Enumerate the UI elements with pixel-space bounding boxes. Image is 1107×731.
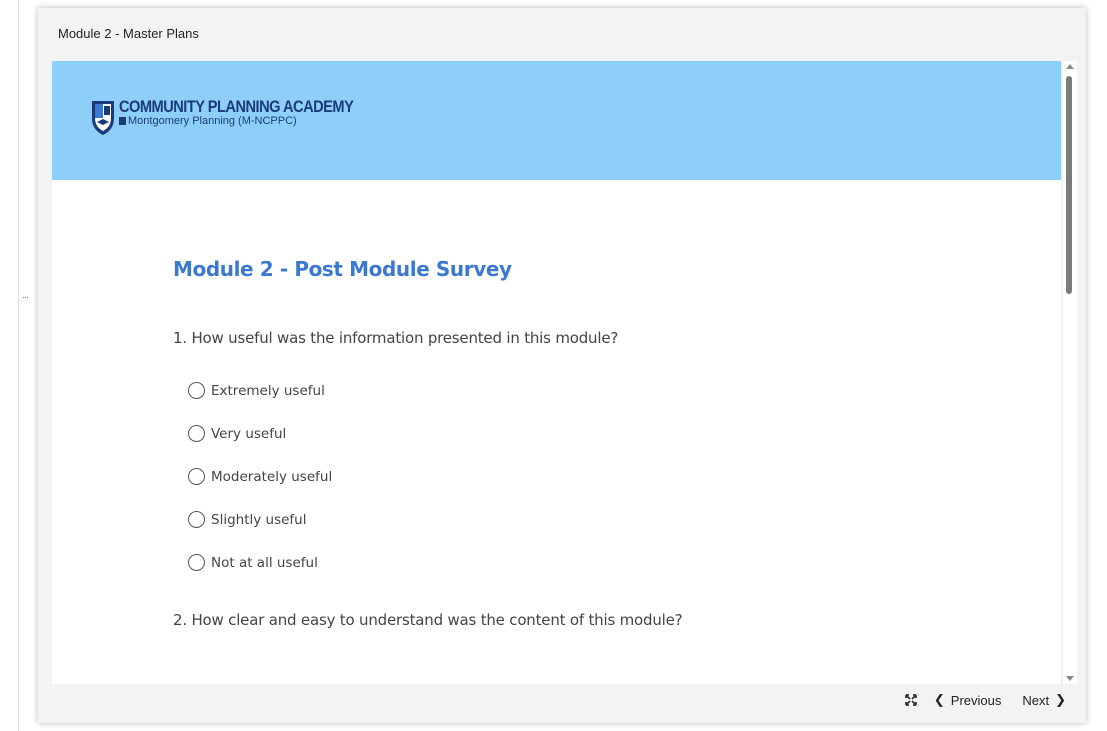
radio-button[interactable] <box>188 511 205 528</box>
logo-subtitle: Montgomery Planning (M-NCPPC) <box>119 116 391 127</box>
survey-title: Module 2 - Post Module Survey <box>173 257 512 281</box>
radio-button[interactable] <box>188 468 205 485</box>
option-label: Very useful <box>211 425 287 442</box>
radio-button[interactable] <box>188 382 205 399</box>
previous-button[interactable]: ❮ Previous <box>934 692 1001 708</box>
next-button[interactable]: Next ❯ <box>1022 692 1066 708</box>
survey-body: Module 2 - Post Module Survey 1. How use… <box>173 257 1021 629</box>
footer-navigation: ❮ Previous Next ❯ <box>904 692 1066 708</box>
option-label: Not at all useful <box>211 554 318 571</box>
option-label: Moderately useful <box>211 468 333 485</box>
option-label: Slightly useful <box>211 511 307 528</box>
question-1-options: Extremely useful Very useful Moderately … <box>173 369 1021 584</box>
previous-label: Previous <box>950 692 1002 708</box>
option-slightly-useful[interactable]: Slightly useful <box>173 498 1021 541</box>
option-moderately-useful[interactable]: Moderately useful <box>173 455 1021 498</box>
scroll-thumb[interactable] <box>1066 76 1072 294</box>
option-not-at-all-useful[interactable]: Not at all useful <box>173 541 1021 584</box>
panel-collapse-handle[interactable]: ··· <box>22 292 29 302</box>
radio-button[interactable] <box>188 425 205 442</box>
question-1-text: 1. How useful was the information presen… <box>173 329 619 347</box>
content-scrollbar[interactable] <box>1063 61 1077 684</box>
chevron-left-icon: ❮ <box>933 692 945 707</box>
lesson-window: Module 2 - Master Plans COMMUNITY PLANNI… <box>38 8 1086 723</box>
logo-title: COMMUNITY PLANNING ACADEMY <box>119 97 354 116</box>
logo-subtitle-text: Montgomery Planning (M-NCPPC) <box>128 115 297 127</box>
next-label: Next <box>1022 692 1050 708</box>
chevron-right-icon: ❯ <box>1055 692 1066 707</box>
option-very-useful[interactable]: Very useful <box>173 412 1021 455</box>
expand-icon[interactable] <box>904 693 918 707</box>
academy-logo: COMMUNITY PLANNING ACADEMY Montgomery Pl… <box>90 98 391 138</box>
scroll-up-arrow-icon[interactable] <box>1066 64 1074 69</box>
content-frame: COMMUNITY PLANNING ACADEMY Montgomery Pl… <box>52 61 1061 684</box>
app-stage: ··· Module 2 - Master Plans COMMUNITY PL… <box>0 0 1107 731</box>
montgomery-mark-icon <box>119 117 126 125</box>
radio-button[interactable] <box>188 554 205 571</box>
window-title: Module 2 - Master Plans <box>58 26 199 41</box>
question-2-text: 2. How clear and easy to understand was … <box>173 611 683 629</box>
option-label: Extremely useful <box>211 382 325 399</box>
academy-banner: COMMUNITY PLANNING ACADEMY Montgomery Pl… <box>52 61 1061 180</box>
left-panel-strip <box>0 0 19 731</box>
logo-text: COMMUNITY PLANNING ACADEMY Montgomery Pl… <box>119 98 391 127</box>
option-extremely-useful[interactable]: Extremely useful <box>173 369 1021 412</box>
shield-logo-icon <box>92 101 114 135</box>
scroll-down-arrow-icon[interactable] <box>1066 676 1074 681</box>
